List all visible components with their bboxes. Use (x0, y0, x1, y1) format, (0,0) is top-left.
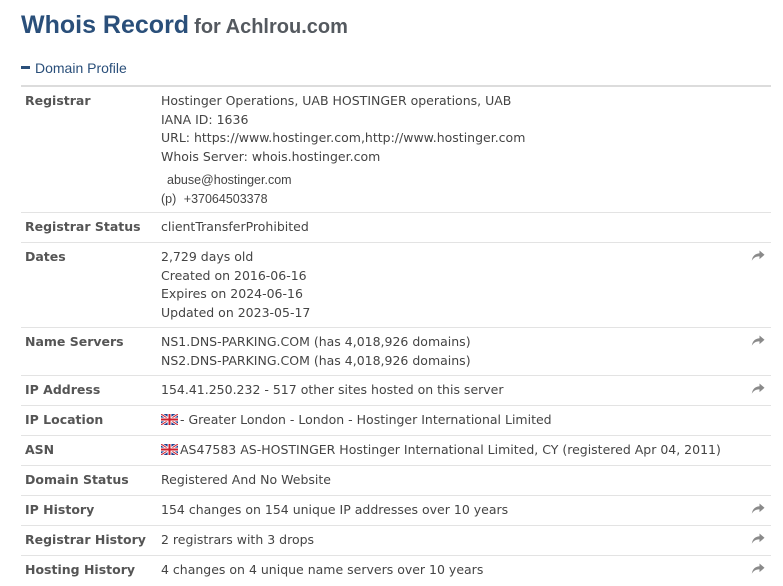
row-ip-history: IP History 154 changes on 154 unique IP … (21, 496, 771, 526)
row-registrar: Registrar Hostinger Operations, UAB HOST… (21, 87, 771, 213)
uk-flag-icon (161, 444, 178, 455)
row-domain-status: Domain Status Registered And No Website (21, 466, 771, 496)
ip-address-value[interactable]: 154.41.250.232 - 517 other sites hosted … (161, 381, 504, 400)
share-arrow-icon[interactable] (751, 383, 765, 395)
share-arrow-icon[interactable] (751, 533, 765, 545)
dates-age: 2,729 days old (161, 249, 254, 264)
whois-records-table: Registrar Hostinger Operations, UAB HOST… (21, 85, 771, 585)
row-name-servers: Name Servers NS1.DNS-PARKING.COM (has 4,… (21, 328, 771, 376)
hosting-history-label: Hosting History (25, 562, 136, 577)
share-arrow-icon[interactable] (751, 503, 765, 515)
asn-text: AS47583 AS-HOSTINGER Hostinger Internati… (180, 442, 721, 457)
row-asn: ASN AS47583 AS-HOSTINGER Hostinger Inter… (21, 436, 771, 466)
row-registrar-history: Registrar History 2 registrars with 3 dr… (21, 526, 771, 556)
name-server-1[interactable]: NS1.DNS-PARKING.COM (has 4,018,926 domai… (161, 333, 471, 352)
dates-expires: Expires on 2024-06-16 (161, 286, 303, 301)
name-server-2[interactable]: NS2.DNS-PARKING.COM (has 4,018,926 domai… (161, 352, 471, 371)
phone-prefix: (p) (161, 191, 177, 206)
registrar-whois-server: Whois Server: whois.hostinger.com (161, 148, 381, 164)
minus-icon (21, 66, 30, 70)
registrar-value: Hostinger Operations, UAB HOSTINGER oper… (161, 92, 525, 208)
hosting-history-value[interactable]: 4 changes on 4 unique name servers over … (161, 561, 483, 580)
ip-location-value: - Greater London - London - Hostinger In… (161, 411, 552, 430)
dates-value: 2,729 days old Created on 2016-06-16 Exp… (161, 248, 310, 322)
ip-location-text: - Greater London - London - Hostinger In… (180, 412, 552, 427)
page-title-domain: for Achlrou.com (194, 16, 348, 38)
registrar-email: abuse@hostinger.com (167, 173, 292, 187)
domain-status-value: Registered And No Website (161, 472, 331, 487)
ip-history-value[interactable]: 154 changes on 154 unique IP addresses o… (161, 501, 508, 520)
share-arrow-icon[interactable] (751, 250, 765, 262)
row-registrar-status: Registrar Status clientTransferProhibite… (21, 213, 771, 243)
page-title-main: Whois Record (21, 11, 190, 39)
ip-history-label: IP History (25, 502, 95, 517)
row-dates: Dates 2,729 days old Created on 2016-06-… (21, 243, 771, 328)
registrar-history-label: Registrar History (25, 532, 146, 547)
domain-profile-toggle[interactable]: Domain Profile (21, 60, 127, 76)
ip-location-label: IP Location (25, 412, 104, 427)
registrar-status-value: clientTransferProhibited (161, 219, 309, 234)
registrar-label: Registrar (25, 93, 91, 108)
row-hosting-history: Hosting History 4 changes on 4 unique na… (21, 556, 771, 585)
registrar-url: URL: https://www.hostinger.com,http://ww… (161, 130, 526, 145)
domain-status-label: Domain Status (25, 472, 129, 487)
dates-created: Created on 2016-06-16 (161, 267, 307, 283)
share-arrow-icon[interactable] (751, 335, 765, 347)
registrar-status-label: Registrar Status (25, 219, 141, 234)
share-arrow-icon[interactable] (751, 563, 765, 575)
asn-label: ASN (25, 442, 55, 457)
registrar-iana: IANA ID: 1636 (161, 111, 249, 127)
domain-profile-label: Domain Profile (35, 60, 127, 76)
dates-updated: Updated on 2023-05-17 (161, 304, 311, 320)
dates-label: Dates (25, 249, 66, 264)
uk-flag-icon (161, 414, 178, 425)
ip-address-label: IP Address (25, 382, 101, 397)
registrar-phone: +37064503378 (183, 191, 268, 206)
name-servers-label: Name Servers (25, 334, 124, 349)
page-title: Whois Record for Achlrou.com (21, 11, 348, 40)
registrar-phone-line: (p) +37064503378 (161, 190, 525, 209)
row-ip-address: IP Address 154.41.250.232 - 517 other si… (21, 376, 771, 406)
row-ip-location: IP Location - Greater London - London - … (21, 406, 771, 436)
registrar-name: Hostinger Operations, UAB HOSTINGER oper… (161, 93, 512, 108)
asn-value: AS47583 AS-HOSTINGER Hostinger Internati… (161, 441, 721, 460)
registrar-history-value[interactable]: 2 registrars with 3 drops (161, 531, 314, 550)
name-servers-value: NS1.DNS-PARKING.COM (has 4,018,926 domai… (161, 333, 471, 370)
